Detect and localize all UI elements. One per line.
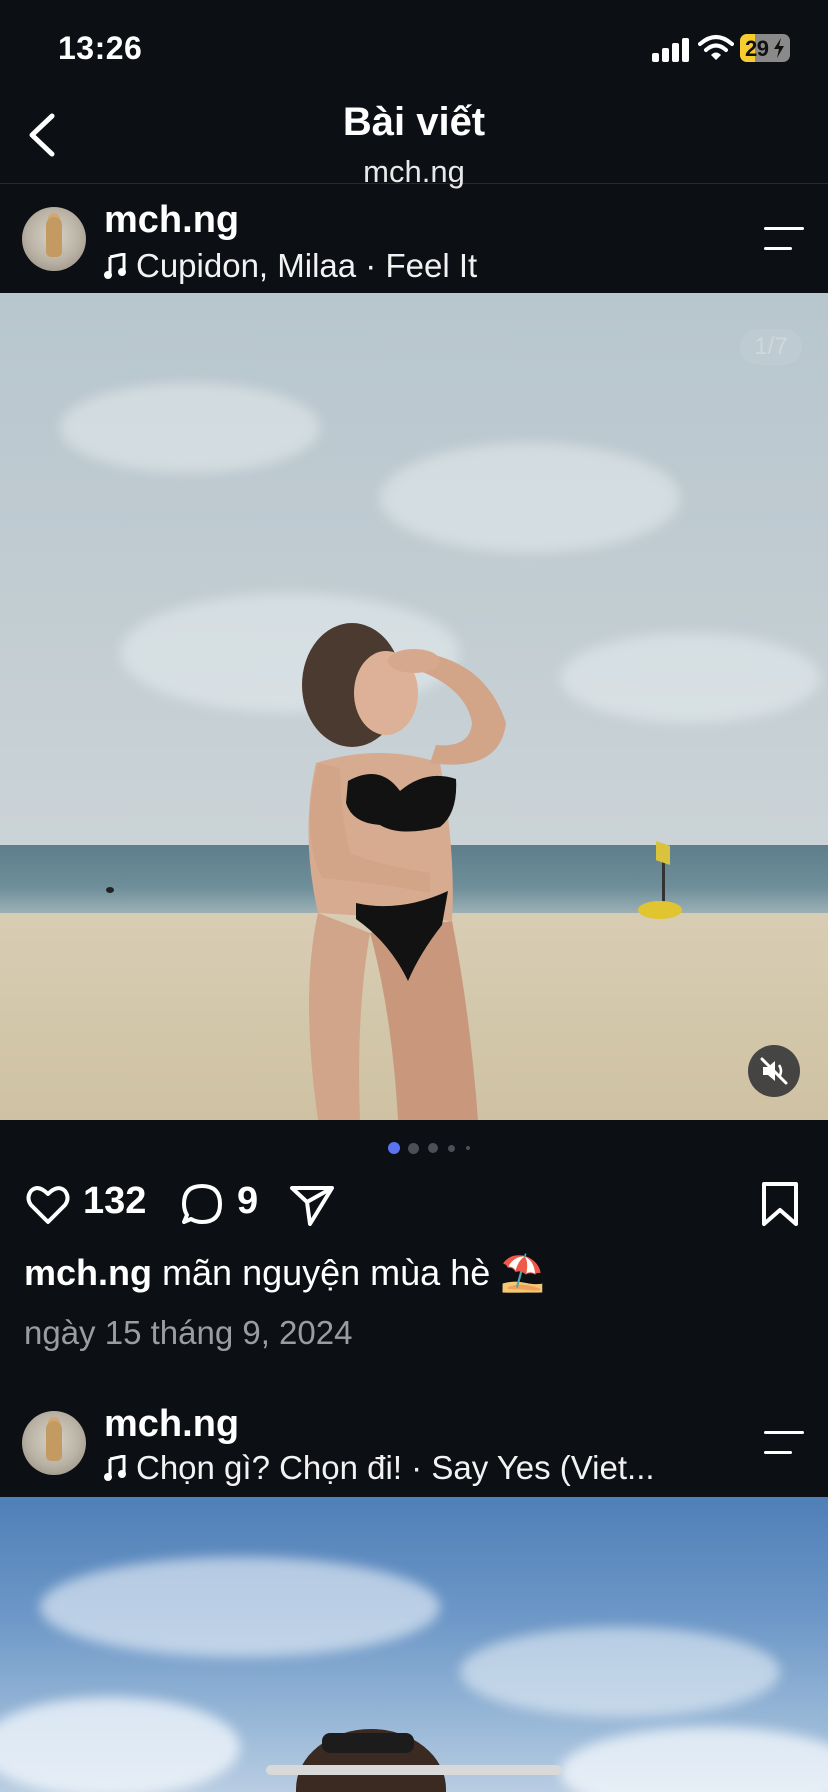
post-menu-icon[interactable] xyxy=(764,227,804,253)
status-bar: 13:26 29 xyxy=(0,0,828,96)
avatar[interactable] xyxy=(22,1411,86,1475)
post-photo[interactable]: 1/7 xyxy=(0,293,828,1120)
carousel-dot xyxy=(466,1146,470,1150)
home-indicator[interactable] xyxy=(266,1765,562,1775)
photo-counter: 1/7 xyxy=(740,329,802,365)
post-photo[interactable] xyxy=(0,1497,828,1792)
status-time: 13:26 xyxy=(58,30,143,66)
caption-text: mãn nguyện mùa hè ⛱️ xyxy=(162,1252,546,1293)
page-title: Bài viết xyxy=(342,100,486,144)
heart-icon[interactable] xyxy=(24,1180,72,1228)
sunglasses xyxy=(322,1733,414,1753)
carousel-dot xyxy=(448,1144,455,1152)
charging-bolt-icon xyxy=(774,38,784,58)
carousel-indicator xyxy=(0,1142,828,1158)
bookmark-icon[interactable] xyxy=(756,1180,804,1228)
like-count[interactable]: 132 xyxy=(83,1180,146,1223)
post-header: mch.ng Chọn gì? Chọn đi! · Say Yes (Viet… xyxy=(0,1389,828,1497)
wifi-icon xyxy=(698,35,734,60)
carousel-dot xyxy=(428,1143,438,1153)
battery-level: 29 xyxy=(745,36,769,61)
post-date: ngày 15 tháng 9, 2024 xyxy=(24,1314,353,1351)
person-figure xyxy=(302,623,506,1120)
carousel-dot xyxy=(388,1142,400,1154)
post-menu-icon[interactable] xyxy=(764,1431,804,1457)
top-nav-header: Bài viết mch.ng xyxy=(0,96,828,189)
music-title: Cupidon, Milaa · Feel It xyxy=(136,247,478,284)
comment-count[interactable]: 9 xyxy=(237,1180,258,1223)
caption-username[interactable]: mch.ng xyxy=(24,1252,152,1293)
comment-icon[interactable] xyxy=(178,1180,226,1228)
music-title: Chọn gì? Chọn đi! · Say Yes (Viet... xyxy=(136,1449,655,1486)
post-actions: 132 9 xyxy=(0,1176,828,1232)
battery-icon: 29 xyxy=(740,34,790,62)
post-caption: mch.ng mãn nguyện mùa hè ⛱️ xyxy=(24,1252,545,1294)
music-note-icon xyxy=(104,253,126,279)
post-username[interactable]: mch.ng xyxy=(104,199,239,242)
share-icon[interactable] xyxy=(288,1180,336,1228)
mute-icon[interactable] xyxy=(748,1045,800,1097)
signal-icon xyxy=(652,36,692,62)
post-music[interactable]: Cupidon, Milaa · Feel It xyxy=(104,247,477,285)
post-music[interactable]: Chọn gì? Chọn đi! · Say Yes (Viet... xyxy=(104,1449,655,1487)
post-username[interactable]: mch.ng xyxy=(104,1403,239,1446)
carousel-dot xyxy=(408,1142,419,1154)
post-detail-screen: 13:26 29 Bài viết mch.ng mch.ng Cupidon,… xyxy=(0,0,828,1792)
avatar[interactable] xyxy=(22,207,86,271)
post-header: mch.ng Cupidon, Milaa · Feel It xyxy=(0,185,828,293)
music-note-icon xyxy=(104,1455,126,1481)
